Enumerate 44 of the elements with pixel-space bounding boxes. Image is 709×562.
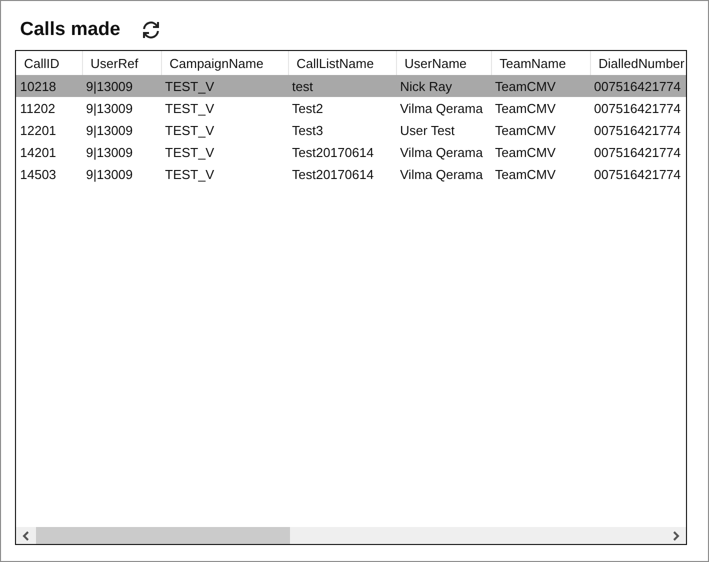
table-row[interactable]: 11202 9|13009 TEST_V Test2 Vilma Qerama TeamCMV 007516421774 bbox=[16, 97, 686, 119]
table-cell: Test2 bbox=[288, 97, 396, 119]
horizontal-scrollbar[interactable] bbox=[16, 527, 686, 544]
table-cell: 007516421774 bbox=[590, 97, 686, 119]
table-cell-text: Test3 bbox=[291, 122, 324, 140]
table-cell: TEST_V bbox=[161, 75, 288, 97]
table-cell-text: 14201 bbox=[19, 144, 58, 162]
table-row[interactable]: 14503 9|13009 TEST_V Test20170614 Vilma Qerama TeamCMV 007516421774 bbox=[16, 163, 686, 185]
table-cell: Nick Ray bbox=[396, 75, 491, 97]
table-cell-text: TeamCMV bbox=[494, 144, 557, 162]
table-cell-text: 007516421774 bbox=[593, 144, 682, 162]
table-cell: 10218 bbox=[16, 75, 82, 97]
table-cell-text: Test20170614 bbox=[291, 166, 375, 184]
table-cell-text: 9|13009 bbox=[85, 144, 134, 162]
scroll-left-icon[interactable] bbox=[22, 530, 30, 540]
table-cell-text: 007516421774 bbox=[593, 166, 682, 184]
table-cell: Vilma Qerama bbox=[396, 97, 491, 119]
table-cell: 9|13009 bbox=[82, 97, 161, 119]
table-cell-text: 12201 bbox=[19, 122, 58, 140]
table-cell-text: Vilma Qerama bbox=[399, 144, 484, 162]
table-cell-text: 007516421774 bbox=[593, 122, 682, 140]
page-title: Calls made bbox=[20, 18, 120, 40]
table-cell-text: 14503 bbox=[19, 166, 58, 184]
table-cell: TeamCMV bbox=[491, 75, 590, 97]
table-cell-text: 9|13009 bbox=[85, 122, 134, 140]
table-cell: test bbox=[288, 75, 396, 97]
table-row[interactable]: 12201 9|13009 TEST_V Test3 User Test TeamCMV 007516421774 bbox=[16, 119, 686, 141]
table-cell: 11202 bbox=[16, 97, 82, 119]
table-cell: 9|13009 bbox=[82, 75, 161, 97]
table-cell: TeamCMV bbox=[491, 97, 590, 119]
scrollbar-thumb[interactable] bbox=[36, 527, 290, 544]
table-cell: 007516421774 bbox=[590, 75, 686, 97]
table-cell-text: Vilma Qerama bbox=[399, 166, 484, 184]
table-cell-text: TeamCMV bbox=[494, 122, 557, 140]
scroll-right-icon[interactable] bbox=[672, 530, 680, 540]
table-cell-text: User Test bbox=[399, 122, 456, 140]
table-cell-text: TEST_V bbox=[164, 144, 216, 162]
table-cell-text: TEST_V bbox=[164, 122, 216, 140]
table-cell-text: 9|13009 bbox=[85, 166, 134, 184]
table-cell-text: Test20170614 bbox=[291, 144, 375, 162]
table-row[interactable]: 14201 9|13009 TEST_V Test20170614 Vilma Qerama TeamCMV 007516421774 bbox=[16, 141, 686, 163]
table-cell-text: TeamCMV bbox=[494, 166, 557, 184]
table-cell: TEST_V bbox=[161, 97, 288, 119]
table-cell-text: TEST_V bbox=[164, 166, 216, 184]
